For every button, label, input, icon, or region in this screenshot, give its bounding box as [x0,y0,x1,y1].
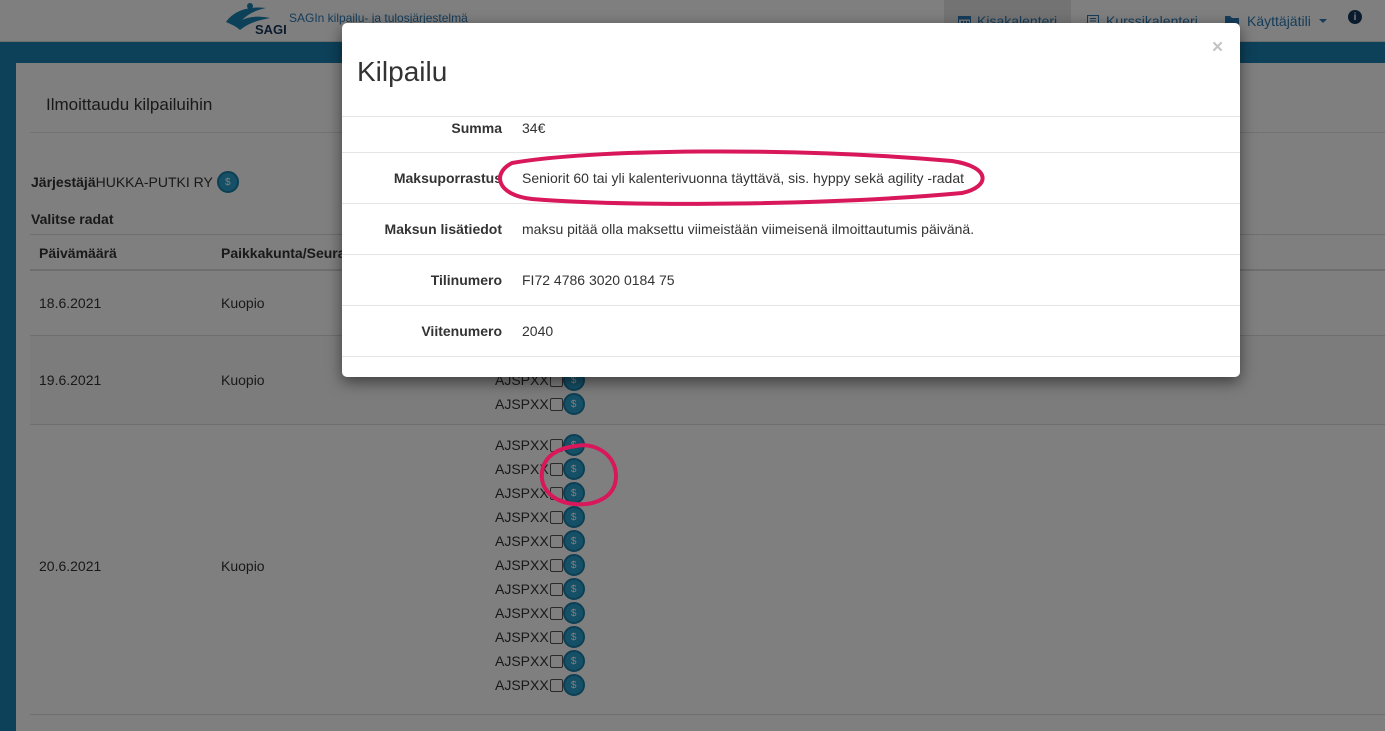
field-row-maksuporrastus: Maksuporrastus Seniorit 60 tai yli kalen… [342,153,1240,204]
close-icon[interactable]: × [1212,37,1223,59]
field-key: Tilinumero [430,272,502,288]
field-value: Seniorit 60 tai yli kalenterivuonna täyt… [522,170,965,186]
field-value: 34€ [522,120,546,136]
field-value: FI72 4786 3020 0184 75 [522,272,675,288]
competition-modal: Kilpailu × Summa 34€ Maksuporrastus Seni… [342,23,1240,377]
field-row-lisatiedot: Maksun lisätiedot maksu pitää olla makse… [342,204,1240,255]
field-key: Maksun lisätiedot [384,221,502,237]
field-key: Summa [451,120,502,136]
field-row-summa: Summa 34€ [342,117,1240,153]
modal-title: Kilpailu [357,56,448,87]
field-row-viitenumero: Viitenumero 2040 [342,306,1240,357]
field-row-tilinumero: Tilinumero FI72 4786 3020 0184 75 [342,255,1240,306]
field-value: 2040 [522,323,554,339]
field-value: maksu pitää olla maksettu viimeistään vi… [522,221,975,237]
field-key: Maksuporrastus [393,170,502,186]
field-key: Viitenumero [421,323,502,339]
